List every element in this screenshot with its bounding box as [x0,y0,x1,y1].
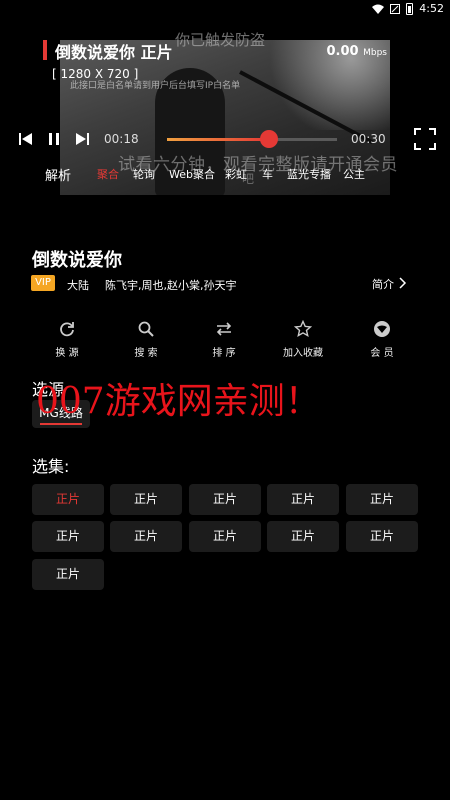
elapsed-time: 00:18 [104,132,139,146]
tab-aggregate[interactable]: 聚合 [97,166,119,182]
previous-icon[interactable] [18,131,34,147]
search-icon [138,321,154,337]
signal-icon [390,3,401,14]
add-favorite-label: 加入收藏 [283,348,323,359]
episode-button[interactable]: 正片 [189,484,261,515]
progress-handle[interactable] [260,130,278,148]
region-label: 大陆 [67,279,89,292]
progress-fill [167,138,269,141]
intro-link[interactable]: 简介 [372,276,394,292]
speed-value: 0.00 [326,44,359,59]
vip-badge: VIP [31,275,55,291]
tab-web-aggregate[interactable]: Web聚合 [169,166,215,182]
whitelist-notice: 此接口是白名单请到用户后台填写IP白名单 [70,81,241,91]
episode-button[interactable]: 正片 [32,484,104,515]
wifi-icon [372,4,385,14]
star-icon [294,320,312,338]
member-button[interactable]: 会 员 [347,320,417,359]
progress-bar[interactable] [167,130,337,148]
member-label: 会 员 [370,348,394,359]
tab-rainbow[interactable]: 彩虹 [225,166,247,182]
member-icon [374,321,390,337]
player-title: 倒数说爱你 正片 [55,43,173,62]
title-accent-bar [43,40,47,60]
duration-time: 00:30 [351,132,386,146]
parse-source-tabs: 解析 聚合 轮询 Web聚合 彩虹 车 蓝光专播 公主 [0,166,450,186]
add-favorite-button[interactable]: 加入收藏 [268,320,338,359]
search-label: 搜 索 [134,348,158,359]
episode-button[interactable]: 正片 [267,521,339,552]
fullscreen-icon[interactable] [414,128,436,150]
episode-button[interactable]: 正片 [346,484,418,515]
next-icon[interactable] [74,131,90,147]
status-time: 4:52 [419,2,444,15]
episode-button[interactable]: 正片 [32,521,104,552]
promo-watermark: 007游戏网亲测！ [36,381,321,422]
tab-princess[interactable]: 公主 [343,166,365,182]
sort-label: 排 序 [212,348,236,359]
tab-polling[interactable]: 轮询 [133,166,155,182]
show-title: 倒数说爱你 [32,250,122,271]
anti-theft-watermark: 你已触发防盗 [175,31,266,49]
refresh-icon [60,322,74,337]
episode-button[interactable]: 正片 [110,484,182,515]
episode-button[interactable]: 正片 [189,521,261,552]
tab-car[interactable]: 车 [262,166,273,182]
episode-button[interactable]: 正片 [110,521,182,552]
status-bar: 4:52 [0,0,450,20]
network-speed: 0.00 Mbps [327,44,388,59]
chevron-right-icon[interactable] [397,276,407,290]
cast-label: 陈飞宇,周也,赵小棠,孙天宇 [105,279,237,292]
sort-icon [216,322,232,336]
episodes-section-title: 选集: [32,457,70,476]
search-button[interactable]: 搜 索 [111,320,181,359]
sort-button[interactable]: 排 序 [189,320,259,359]
speed-unit: Mbps [363,48,387,58]
episode-button[interactable]: 正片 [267,484,339,515]
parse-label: 解析 [45,169,72,184]
episode-button[interactable]: 正片 [346,521,418,552]
episode-button[interactable]: 正片 [32,559,104,590]
battery-icon [406,2,414,15]
switch-source-button[interactable]: 换 源 [32,320,102,359]
switch-source-label: 换 源 [55,348,79,359]
pause-icon[interactable] [46,131,62,147]
tab-bluray[interactable]: 蓝光专播 [287,166,331,182]
